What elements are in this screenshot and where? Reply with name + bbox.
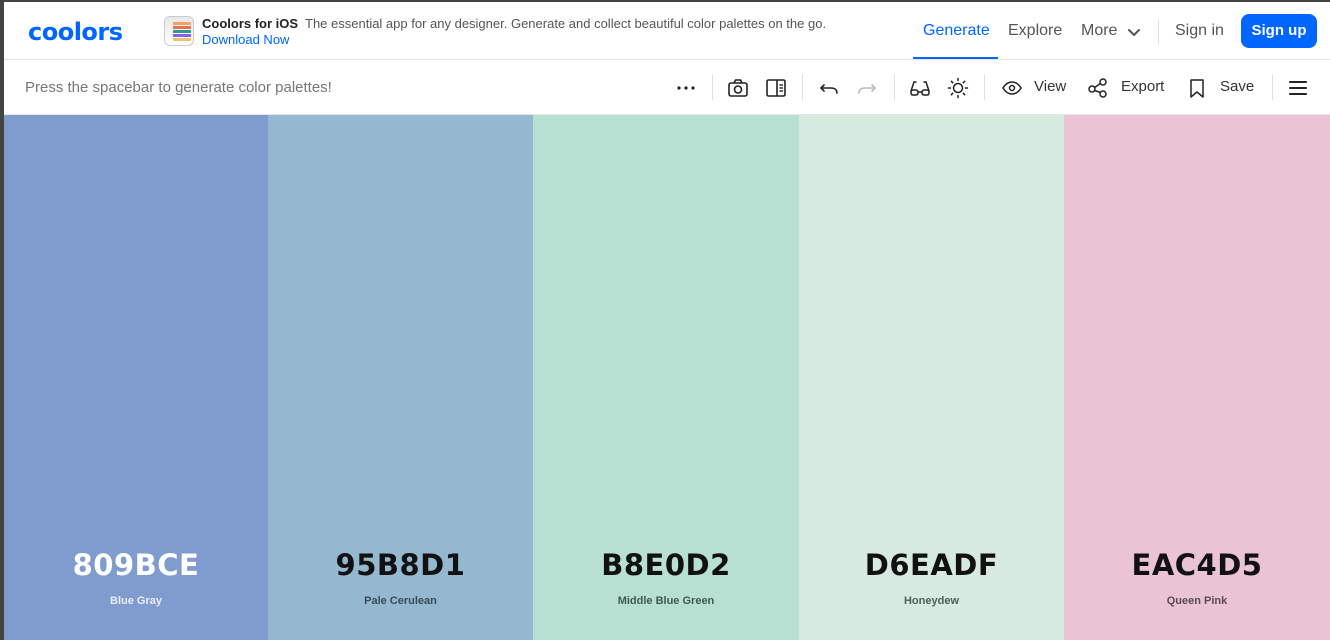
nav-more[interactable]: More: [1081, 22, 1117, 40]
toolbar-divider: [984, 74, 985, 100]
eye-icon[interactable]: [1001, 77, 1023, 99]
color-swatch[interactable]: 95B8D1 Pale Cerulean: [268, 115, 533, 640]
promo-description: The essential app for any designer. Gene…: [305, 16, 827, 31]
chevron-down-icon[interactable]: [1126, 24, 1142, 40]
toolbar-divider: [712, 74, 713, 100]
ios-app-icon[interactable]: [164, 16, 194, 46]
color-palette: 809BCE Blue Gray 95B8D1 Pale Cerulean B8…: [4, 115, 1330, 640]
promo-title: Coolors for iOS: [202, 16, 299, 31]
color-name: Honeydew: [903, 595, 959, 607]
save-label[interactable]: Save: [1220, 78, 1254, 95]
color-swatch[interactable]: EAC4D5 Queen Pink: [1064, 115, 1330, 640]
undo-icon[interactable]: [818, 77, 840, 99]
hex-code[interactable]: D6EADF: [799, 548, 1064, 582]
hex-code[interactable]: 95B8D1: [268, 548, 533, 582]
toolbar: Press the spacebar to generate color pal…: [4, 60, 1330, 115]
camera-icon[interactable]: [727, 77, 749, 99]
color-name: Queen Pink: [1166, 595, 1228, 607]
redo-icon[interactable]: [856, 77, 878, 99]
hex-code[interactable]: B8E0D2: [533, 548, 799, 582]
color-name: Middle Blue Green: [617, 595, 715, 607]
nav-explore[interactable]: Explore: [1008, 22, 1062, 40]
color-swatch[interactable]: 809BCE Blue Gray: [4, 115, 268, 640]
glasses-icon[interactable]: [909, 77, 931, 99]
color-swatch[interactable]: B8E0D2 Middle Blue Green: [533, 115, 799, 640]
toolbar-divider: [802, 74, 803, 100]
sign-in-link[interactable]: Sign in: [1175, 22, 1224, 40]
export-label[interactable]: Export: [1121, 78, 1164, 95]
hex-code[interactable]: EAC4D5: [1064, 548, 1330, 582]
nav-active-indicator: [913, 57, 998, 59]
view-label[interactable]: View: [1034, 78, 1066, 95]
nav-generate[interactable]: Generate: [923, 22, 990, 40]
top-navbar: coolors Coolors for iOS The essential ap…: [4, 2, 1330, 60]
bookmark-icon[interactable]: [1186, 77, 1208, 99]
nav-divider: [1158, 20, 1159, 44]
download-now-link[interactable]: Download Now: [202, 32, 289, 47]
sign-up-button[interactable]: Sign up: [1241, 14, 1317, 48]
share-icon[interactable]: [1087, 77, 1109, 99]
spacebar-hint: Press the spacebar to generate color pal…: [25, 79, 332, 96]
coolors-logo[interactable]: coolors: [28, 18, 123, 46]
color-name: Blue Gray: [110, 595, 162, 607]
hex-code[interactable]: 809BCE: [4, 548, 268, 582]
toolbar-divider: [894, 74, 895, 100]
color-swatch[interactable]: D6EADF Honeydew: [799, 115, 1064, 640]
brightness-icon[interactable]: [947, 77, 969, 99]
color-name: Pale Cerulean: [364, 595, 437, 607]
toolbar-divider: [1272, 74, 1273, 100]
layout-panel-icon[interactable]: [765, 77, 787, 99]
hamburger-menu-icon[interactable]: [1287, 77, 1309, 99]
more-options-icon[interactable]: [675, 77, 697, 99]
